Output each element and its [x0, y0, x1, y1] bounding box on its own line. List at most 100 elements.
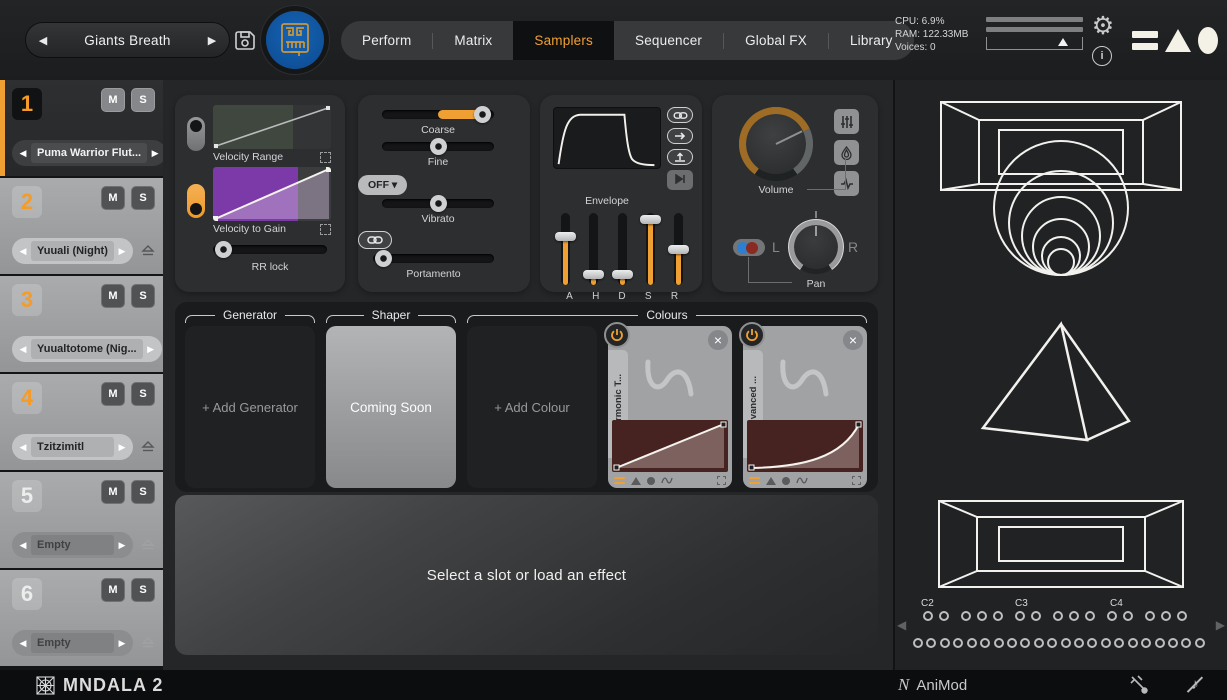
effect-drop-zone[interactable]: Select a slot or load an effect	[175, 495, 878, 655]
key-dot[interactable]	[1155, 638, 1165, 648]
slot-preset-selector[interactable]: ◀ Tzitzimitl ▶	[12, 434, 133, 460]
slot-preset-selector[interactable]: ◀ Yuualtotome (Nig... ▶	[12, 336, 162, 362]
key-dot[interactable]	[1069, 611, 1079, 621]
key-dot[interactable]	[1161, 611, 1171, 621]
shaper-slot[interactable]: Coming Soon	[326, 326, 456, 488]
key-dot[interactable]	[1074, 638, 1084, 648]
tuning-fork-button[interactable]	[1129, 675, 1149, 695]
attack-slider[interactable]	[561, 213, 570, 285]
slot-preset-selector[interactable]: ◀ Puma Warrior Flut... ▶	[12, 140, 166, 166]
info-button[interactable]: i	[1092, 46, 1112, 66]
eject-button[interactable]	[140, 538, 155, 552]
tab-matrix[interactable]: Matrix	[433, 21, 513, 60]
solo-button[interactable]: S	[131, 186, 155, 210]
coarse-slider[interactable]	[382, 110, 494, 119]
tab-global-fx[interactable]: Global FX	[724, 21, 828, 60]
slot-preset-prev-button[interactable]: ◀	[15, 442, 31, 453]
triangle-icon[interactable]	[766, 477, 776, 485]
preset-next-button[interactable]: ▶	[195, 34, 229, 47]
solo-button[interactable]: S	[131, 284, 155, 308]
fine-slider[interactable]	[382, 142, 494, 151]
expand-icon[interactable]	[852, 476, 861, 485]
vibrato-link-button[interactable]	[358, 231, 392, 249]
mute-button[interactable]: M	[101, 186, 125, 210]
key-dot[interactable]	[994, 638, 1004, 648]
solo-button[interactable]: S	[131, 480, 155, 504]
vibrato-mode-dropdown[interactable]: OFF ▾	[358, 175, 407, 195]
slot-preset-selector[interactable]: ◀ Yuuali (Night) ▶	[12, 238, 133, 264]
add-generator-slot[interactable]: + Add Generator	[185, 326, 315, 488]
slot-preset-prev-button[interactable]: ◀	[15, 540, 31, 551]
slot-preset-name[interactable]: Empty	[31, 633, 114, 653]
key-dot[interactable]	[939, 611, 949, 621]
key-dot[interactable]	[1047, 638, 1057, 648]
key-dot[interactable]	[993, 611, 1003, 621]
settings-button[interactable]: ⚙	[1088, 11, 1118, 41]
slider-knob[interactable]	[430, 138, 447, 155]
add-colour-slot[interactable]: + Add Colour	[467, 326, 597, 488]
module-curve-graph[interactable]	[612, 420, 728, 472]
sampler-slot-3[interactable]: 3 M S ◀ Yuualtotome (Nig... ▶	[0, 276, 163, 372]
preset-browser[interactable]: ◀ Giants Breath ▶	[25, 22, 230, 58]
slider-handle[interactable]	[555, 232, 576, 241]
tab-samplers[interactable]: Samplers	[513, 21, 614, 60]
solo-button[interactable]: S	[131, 382, 155, 406]
slot-preset-next-button[interactable]: ▶	[114, 638, 130, 649]
key-dot[interactable]	[967, 638, 977, 648]
slot-preset-next-button[interactable]: ▶	[147, 148, 163, 159]
sampler-slot-1[interactable]: 1 M S ◀ Puma Warrior Flut... ▶	[0, 80, 163, 176]
key-dot[interactable]	[940, 638, 950, 648]
eject-button[interactable]	[140, 244, 155, 258]
key-dot[interactable]	[1114, 638, 1124, 648]
slider-knob[interactable]	[215, 241, 232, 258]
slot-preset-name[interactable]: Yuualtotome (Nig...	[31, 339, 143, 359]
key-dot[interactable]	[1061, 638, 1071, 648]
module-close-button[interactable]: ×	[843, 330, 863, 350]
slot-preset-selector[interactable]: ◀ Empty ▶	[12, 630, 133, 656]
mixer-button[interactable]	[834, 109, 859, 134]
envelope-export-button[interactable]	[667, 149, 693, 165]
slider-handle[interactable]	[640, 215, 661, 224]
decay-slider[interactable]	[618, 213, 627, 285]
key-dot[interactable]	[1128, 638, 1138, 648]
slot-preset-name[interactable]: Yuuali (Night)	[31, 241, 114, 261]
range-scroll-right-button[interactable]: ▶	[1216, 618, 1225, 632]
key-dot[interactable]	[1031, 611, 1041, 621]
slider-knob[interactable]	[430, 195, 447, 212]
key-dot[interactable]	[980, 638, 990, 648]
key-dot[interactable]	[1015, 611, 1025, 621]
output-level-slider[interactable]	[986, 37, 1083, 50]
sampler-slot-6[interactable]: 6 M S ◀ Empty ▶	[0, 570, 163, 666]
preset-prev-button[interactable]: ◀	[26, 34, 60, 47]
module-close-button[interactable]: ×	[708, 330, 728, 350]
eject-button[interactable]	[140, 636, 155, 650]
preset-name[interactable]: Giants Breath	[60, 33, 195, 48]
key-dot[interactable]	[1007, 638, 1017, 648]
portamento-slider[interactable]	[373, 254, 494, 263]
key-dot[interactable]	[1020, 638, 1030, 648]
slot-preset-prev-button[interactable]: ◀	[15, 638, 31, 649]
tab-sequencer[interactable]: Sequencer	[614, 21, 723, 60]
slot-preset-prev-button[interactable]: ◀	[15, 344, 31, 355]
tab-perform[interactable]: Perform	[341, 21, 432, 60]
slot-preset-next-button[interactable]: ▶	[143, 344, 159, 355]
wave-icon[interactable]	[796, 476, 808, 485]
velocity-range-graph[interactable]	[213, 105, 331, 149]
key-dot[interactable]	[1087, 638, 1097, 648]
slider-knob[interactable]	[375, 250, 392, 267]
expand-icon[interactable]	[717, 476, 726, 485]
midi-mute-button[interactable]: ♪	[1185, 675, 1205, 695]
colour-module-harmonic[interactable]: Harmonic T... ×	[608, 326, 732, 488]
wave-icon[interactable]	[661, 476, 673, 485]
velocity-to-gain-graph[interactable]	[213, 167, 331, 221]
mute-button[interactable]: M	[101, 382, 125, 406]
key-dot[interactable]	[1123, 611, 1133, 621]
level-marker-icon[interactable]	[1058, 38, 1068, 46]
stereo-toggle[interactable]	[733, 239, 765, 256]
release-slider[interactable]	[674, 213, 683, 285]
vibrato-slider[interactable]	[382, 199, 494, 208]
key-dot[interactable]	[923, 611, 933, 621]
key-dot[interactable]	[1177, 611, 1187, 621]
sampler-slot-2[interactable]: 2 M S ◀ Yuuali (Night) ▶	[0, 178, 163, 274]
sampler-slot-5[interactable]: 5 M S ◀ Empty ▶	[0, 472, 163, 568]
